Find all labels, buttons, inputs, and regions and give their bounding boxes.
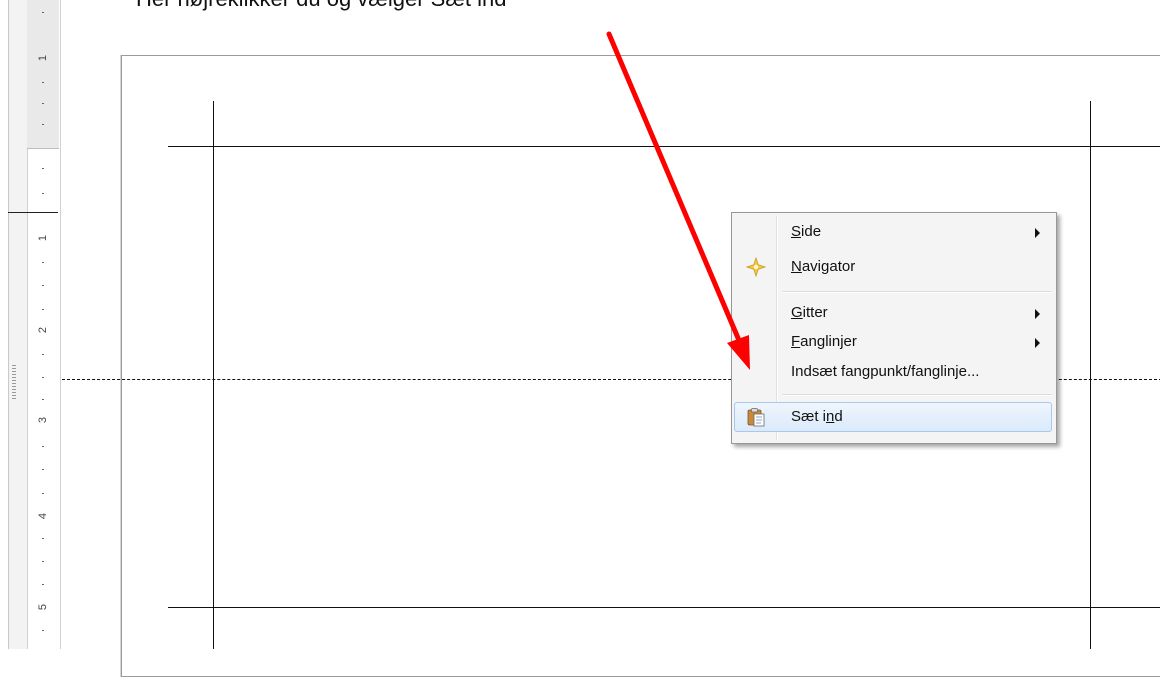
annotation-arrow bbox=[606, 31, 750, 370]
annotation-arrow-shaft bbox=[606, 31, 741, 341]
annotation-arrow-head bbox=[727, 335, 750, 370]
